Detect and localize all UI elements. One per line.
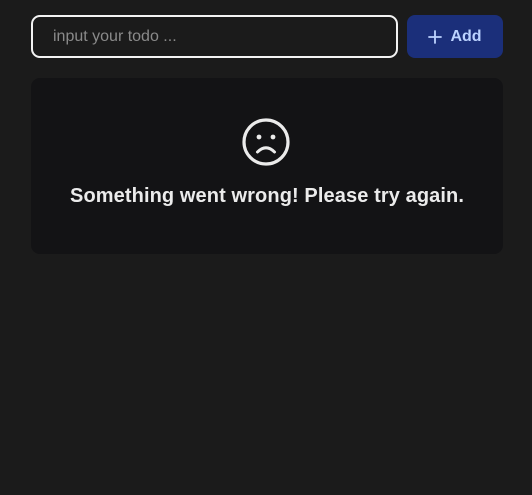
todo-input[interactable] (31, 15, 398, 58)
todo-toolbar: Add (31, 15, 503, 58)
plus-icon (428, 29, 443, 44)
error-card: Something went wrong! Please try again. (31, 78, 503, 254)
error-message: Something went wrong! Please try again. (70, 185, 464, 207)
sad-face-icon (241, 117, 291, 167)
add-button-label: Add (450, 27, 482, 45)
add-button[interactable]: Add (407, 15, 503, 58)
